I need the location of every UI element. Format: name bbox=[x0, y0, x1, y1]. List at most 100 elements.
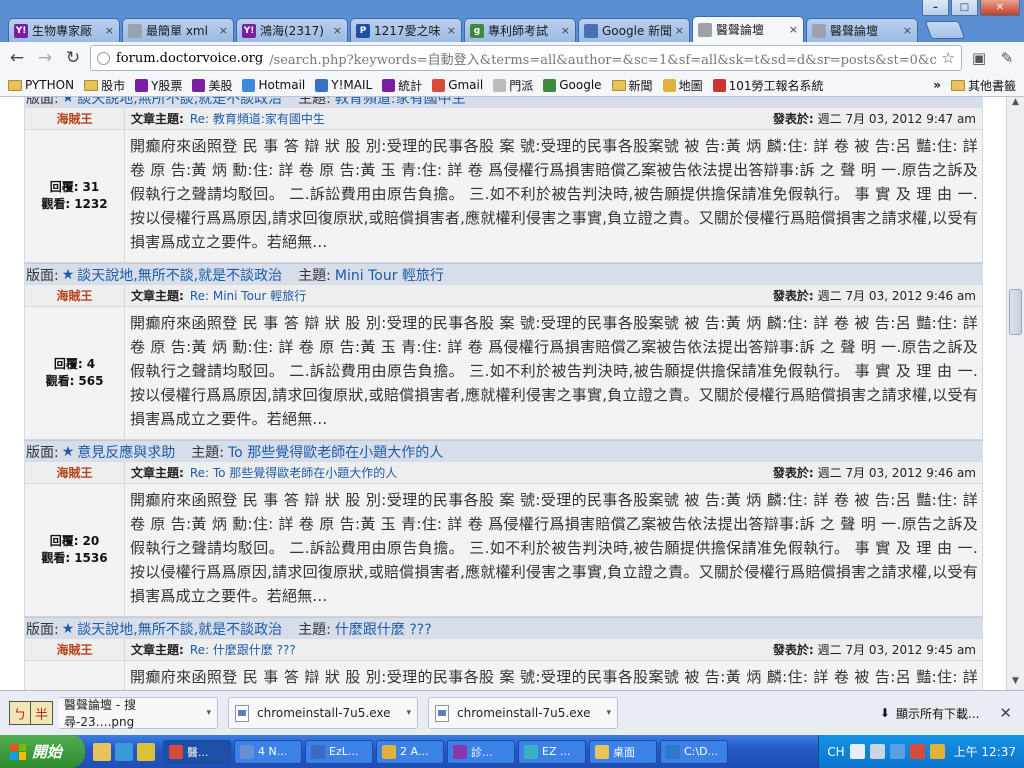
camera-extension-icon[interactable]: ▣ bbox=[968, 49, 990, 67]
ime-icon[interactable] bbox=[869, 744, 885, 759]
bookmark-0[interactable]: PYTHON bbox=[8, 78, 74, 92]
tab-close-icon[interactable]: × bbox=[447, 24, 456, 37]
tab-title: Google 新聞 bbox=[602, 24, 671, 38]
post-author-panel: 海賊王回覆:24 bbox=[25, 639, 125, 690]
scroll-down-icon[interactable]: ▼ bbox=[1009, 676, 1022, 690]
tab-close-icon[interactable]: × bbox=[675, 24, 684, 37]
address-bar[interactable]: forum.doctorvoice.org/search.php?keyword… bbox=[90, 45, 962, 71]
taskbar-item[interactable]: 2 A... bbox=[376, 739, 444, 764]
tab-1[interactable]: 最簡單 xml × bbox=[122, 18, 234, 42]
folder-icon[interactable] bbox=[93, 742, 111, 761]
reload-button[interactable]: ↻ bbox=[62, 47, 84, 69]
taskbar-item[interactable]: 診... bbox=[447, 739, 515, 764]
bookmark-star-icon[interactable]: ☆ bbox=[942, 49, 955, 67]
taskbar-item[interactable]: 桌面 bbox=[589, 739, 657, 764]
tab-3[interactable]: P 1217愛之味 × bbox=[350, 18, 462, 42]
download-menu-chevron-icon[interactable]: ▾ bbox=[206, 708, 211, 718]
tab-close-icon[interactable]: × bbox=[789, 23, 798, 36]
page-scrollbar[interactable]: ▲ ▼ bbox=[1006, 97, 1024, 690]
bookmark-7[interactable]: Gmail bbox=[432, 78, 483, 92]
author-link[interactable]: 海賊王 bbox=[25, 108, 124, 130]
ime-toolbar[interactable]: ㄅ 半 bbox=[9, 701, 53, 725]
bookmark-5[interactable]: Y!MAIL bbox=[315, 78, 372, 92]
bookmark-11[interactable]: 地圖 bbox=[662, 77, 703, 94]
author-link[interactable]: 海賊王 bbox=[25, 285, 124, 307]
network-icon[interactable] bbox=[889, 744, 905, 759]
taskbar-item[interactable]: EzL... bbox=[305, 739, 373, 764]
taskbar-item[interactable]: 醫... bbox=[163, 739, 231, 764]
ime-mode[interactable]: ㄅ bbox=[10, 702, 31, 724]
bookmark-10[interactable]: 新聞 bbox=[611, 77, 653, 94]
tab-close-icon[interactable]: × bbox=[561, 24, 570, 37]
topic-link[interactable]: 什麼跟什麼 ??? bbox=[335, 619, 432, 639]
tab-close-icon[interactable]: × bbox=[903, 24, 912, 37]
forum-link[interactable]: 談天說地,無所不談,就是不談政治 bbox=[77, 97, 282, 108]
language-indicator[interactable]: CH bbox=[827, 745, 844, 759]
topic-link[interactable]: Mini Tour 輕旅行 bbox=[335, 265, 444, 285]
forum-link[interactable]: 談天說地,無所不談,就是不談政治 bbox=[77, 265, 282, 285]
download-item[interactable]: chromeinstall-7u5.exe ▾ bbox=[228, 697, 418, 729]
show-all-downloads[interactable]: ⬇ 顯示所有下載... bbox=[880, 705, 980, 722]
topic-link[interactable]: To 那些覺得歐老師在小題大作的人 bbox=[228, 442, 443, 462]
bookmark-1[interactable]: 股市 bbox=[84, 77, 125, 94]
bookmark-2[interactable]: Y股票 bbox=[135, 77, 182, 94]
security-icon[interactable] bbox=[909, 744, 925, 759]
bookmark-9[interactable]: Google bbox=[543, 78, 602, 92]
windows-logo-icon bbox=[10, 743, 26, 760]
wrench-icon[interactable]: ✎ bbox=[996, 49, 1018, 67]
close-window-button[interactable]: ✕ bbox=[980, 0, 1020, 16]
media-icon[interactable] bbox=[137, 742, 155, 761]
taskbar-item[interactable]: EZ ... bbox=[518, 739, 586, 764]
author-link[interactable]: 海賊王 bbox=[25, 639, 124, 661]
bookmark-3[interactable]: 美股 bbox=[192, 77, 232, 94]
close-downloads-icon[interactable]: ✕ bbox=[999, 704, 1012, 722]
scroll-thumb[interactable] bbox=[1009, 289, 1022, 335]
bookmark-12[interactable]: 101勞工報名系統 bbox=[712, 77, 823, 94]
desktop-icon[interactable] bbox=[115, 742, 133, 761]
views-row: 觀看: 1536 bbox=[41, 550, 107, 567]
download-item[interactable]: chromeinstall-7u5.exe ▾ bbox=[428, 697, 618, 729]
url-host: forum.doctorvoice.org bbox=[116, 50, 264, 66]
tab-5[interactable]: Google 新聞 × bbox=[578, 18, 690, 42]
minimize-button[interactable]: – bbox=[922, 0, 949, 16]
tab-7[interactable]: 醫聲論壇 × bbox=[806, 18, 918, 42]
help-icon[interactable] bbox=[849, 744, 865, 759]
tab-close-icon[interactable]: × bbox=[219, 24, 228, 37]
new-tab-button[interactable] bbox=[924, 21, 966, 39]
author-link[interactable]: 海賊王 bbox=[25, 462, 124, 484]
post-subject-link[interactable]: Re: 什麼跟什麼 ??? bbox=[190, 641, 296, 658]
bookmark-8[interactable]: 門派 bbox=[493, 77, 533, 94]
tab-close-icon[interactable]: × bbox=[105, 24, 114, 37]
start-button[interactable]: 開始 bbox=[0, 735, 85, 768]
bookmark-4[interactable]: Hotmail bbox=[242, 78, 305, 92]
tab-6[interactable]: 醫聲論壇 × bbox=[692, 16, 804, 42]
post-forum-header: 版面: ★ 談天說地,無所不談,就是不談政治 主題: 教育頻道:家有國中生 bbox=[24, 97, 983, 108]
taskbar-item[interactable]: 4 N... bbox=[234, 739, 302, 764]
forward-button[interactable]: → bbox=[34, 47, 56, 69]
other-bookmarks[interactable]: 其他書籤 bbox=[950, 77, 1016, 94]
back-button[interactable]: ← bbox=[6, 47, 28, 69]
forum-link[interactable]: 意見反應與求助 bbox=[77, 442, 175, 462]
ime-width[interactable]: 半 bbox=[31, 702, 52, 724]
download-menu-chevron-icon[interactable]: ▾ bbox=[406, 708, 411, 718]
post-subject-link[interactable]: Re: To 那些覺得歐老師在小題大作的人 bbox=[190, 464, 398, 481]
volume-icon[interactable] bbox=[929, 744, 945, 759]
bookmark-6[interactable]: 統計 bbox=[382, 77, 422, 94]
taskbar-item-label: 4 N... bbox=[258, 745, 288, 758]
post-subject-link[interactable]: Re: 教育頻道:家有國中生 bbox=[190, 110, 325, 127]
download-menu-chevron-icon[interactable]: ▾ bbox=[606, 708, 611, 718]
tab-2[interactable]: Y! 鴻海(2317) × bbox=[236, 18, 348, 42]
download-item[interactable]: 醫聲論壇 - 搜尋-23….png ▾ bbox=[58, 697, 218, 729]
topic-label: 主題: bbox=[191, 444, 224, 461]
post-author-panel: 海賊王 回覆: 4 觀看: 565 bbox=[25, 285, 125, 439]
tab-4[interactable]: g 專利師考試 × bbox=[464, 18, 576, 42]
tab-0[interactable]: Y! 生物專家厰 × bbox=[8, 18, 120, 42]
bookmarks-more-button[interactable]: » bbox=[933, 78, 941, 92]
topic-link[interactable]: 教育頻道:家有國中生 bbox=[335, 97, 466, 108]
tab-close-icon[interactable]: × bbox=[333, 24, 342, 37]
forum-link[interactable]: 談天說地,無所不談,就是不談政治 bbox=[77, 619, 282, 639]
post-subject-link[interactable]: Re: Mini Tour 輕旅行 bbox=[190, 287, 306, 304]
scroll-up-icon[interactable]: ▲ bbox=[1009, 97, 1022, 111]
maximize-button[interactable]: □ bbox=[951, 0, 978, 16]
taskbar-item[interactable]: C:\D... bbox=[660, 739, 728, 764]
